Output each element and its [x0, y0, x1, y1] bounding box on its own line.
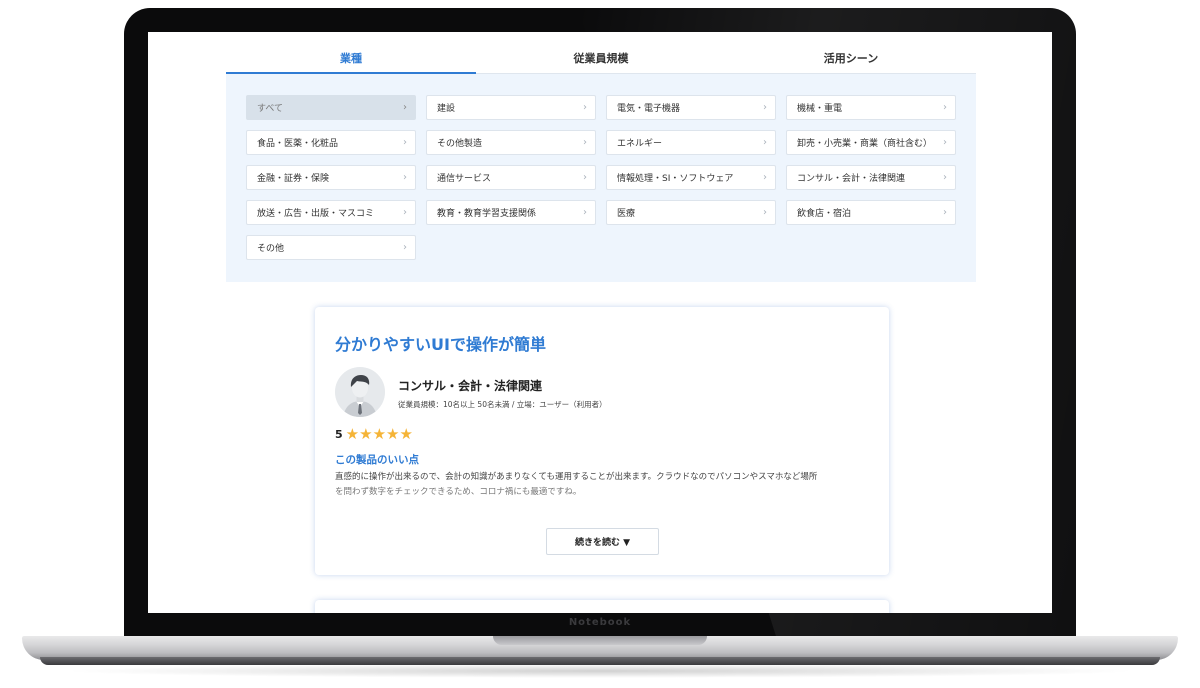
tab-usage-scene[interactable]: 活用シーン — [726, 46, 976, 73]
user-avatar-icon — [335, 367, 385, 417]
reviewer-meta: 従業員規模：10名以上 50名未満 / 立場：ユーザー（利用者） — [398, 400, 607, 409]
screen: 業種 従業員規模 活用シーン すべて › 建設 › 電気・電子機器 › 機械・重電 › … — [148, 32, 1052, 613]
laptop-notch — [493, 636, 707, 645]
chevron-right-icon: › — [583, 172, 587, 183]
review-body-line: 直感的に操作が出来るので、会計の知識があまりなくても運用することが出来ます。クラ… — [335, 472, 818, 482]
chevron-right-icon: › — [403, 172, 407, 183]
category-label: 食品・医薬・化粧品 — [257, 139, 339, 149]
laptop-base-lip — [40, 657, 1160, 665]
category-item-wholesale-retail[interactable]: 卸売・小売業・商業（商社含む） › — [786, 130, 956, 155]
category-label: コンサル・会計・法律関連 — [797, 174, 906, 184]
review-body: 直感的に操作が出来るので、会計の知識があまりなくても運用することが出来ます。クラ… — [335, 470, 875, 500]
chevron-right-icon: › — [943, 137, 947, 148]
chevron-right-icon: › — [403, 242, 407, 253]
chevron-right-icon: › — [943, 102, 947, 113]
chevron-right-icon: › — [763, 137, 767, 148]
review-card-next — [315, 600, 889, 613]
chevron-right-icon: › — [583, 207, 587, 218]
category-item-food-service[interactable]: 飲食店・宿泊 › — [786, 200, 956, 225]
review-body-line: を問わず数字をチェックできるため、コロナ禍にも最適ですね。 — [335, 487, 582, 497]
rating-score: 5 — [335, 428, 343, 441]
category-label: その他 — [257, 244, 285, 254]
star-icon: ★ — [359, 425, 373, 443]
chevron-right-icon: › — [583, 102, 587, 113]
filter-tabs: 業種 従業員規模 活用シーン — [226, 46, 976, 74]
avatar — [335, 367, 385, 417]
category-item-telecom[interactable]: 通信サービス › — [426, 165, 596, 190]
chevron-right-icon: › — [583, 137, 587, 148]
category-item-medical[interactable]: 医療 › — [606, 200, 776, 225]
star-icon: ★ — [386, 425, 400, 443]
laptop-brand-label: Notebook — [568, 617, 632, 628]
category-label: 飲食店・宿泊 — [797, 209, 852, 219]
category-item-education[interactable]: 教育・教育学習支援関係 › — [426, 200, 596, 225]
category-item-finance[interactable]: 金融・証券・保険 › — [246, 165, 416, 190]
chevron-right-icon: › — [943, 172, 947, 183]
chevron-right-icon: › — [403, 102, 407, 113]
reviewer-category: コンサル・会計・法律関連 — [398, 379, 543, 393]
category-label: 卸売・小売業・商業（商社含む） — [797, 139, 933, 149]
good-points-heading: この製品のいい点 — [335, 454, 419, 466]
tab-industry[interactable]: 業種 — [226, 46, 476, 74]
star-icon: ★ — [372, 425, 387, 443]
tab-employee-size[interactable]: 従業員規模 — [476, 46, 726, 73]
read-more-button[interactable]: 続きを読む ▼ — [546, 528, 659, 555]
chevron-right-icon: › — [403, 137, 407, 148]
category-label: 建設 — [437, 104, 456, 114]
category-panel: すべて › 建設 › 電気・電子機器 › 機械・重電 › 食品・医薬・化粧品 › その他製… — [226, 74, 976, 282]
star-icon: ★ — [399, 425, 413, 443]
category-label: 金融・証券・保険 — [257, 174, 330, 184]
chevron-right-icon: › — [763, 172, 767, 183]
category-item-food-pharma[interactable]: 食品・医薬・化粧品 › — [246, 130, 416, 155]
rating: 5 ★ ★ ★ ★ ★ — [335, 427, 413, 442]
category-label: すべて — [257, 104, 284, 114]
category-item-machinery[interactable]: 機械・重電 › — [786, 95, 956, 120]
category-item-other[interactable]: その他 › — [246, 235, 416, 260]
chevron-right-icon: › — [943, 207, 947, 218]
category-item-electronics[interactable]: 電気・電子機器 › — [606, 95, 776, 120]
category-label: 電気・電子機器 — [617, 104, 681, 114]
star-icon: ★ — [345, 425, 360, 443]
review-card: 分かりやすいUIで操作が簡単 コンサル・会計・法律関連 従業員規模：10名以上 … — [315, 307, 889, 575]
category-label: 医療 — [617, 209, 636, 219]
category-item-all[interactable]: すべて › — [246, 95, 416, 120]
category-item-energy[interactable]: エネルギー › — [606, 130, 776, 155]
category-label: 情報処理・SI・ソフトウェア — [617, 174, 734, 184]
category-label: 機械・重電 — [797, 104, 843, 114]
category-label: エネルギー — [617, 139, 663, 149]
category-item-it-software[interactable]: 情報処理・SI・ソフトウェア › — [606, 165, 776, 190]
category-item-media[interactable]: 放送・広告・出版・マスコミ › — [246, 200, 416, 225]
category-label: 放送・広告・出版・マスコミ — [257, 209, 375, 219]
category-item-other-manufacturing[interactable]: その他製造 › — [426, 130, 596, 155]
category-grid: すべて › 建設 › 電気・電子機器 › 機械・重電 › 食品・医薬・化粧品 › その他製… — [246, 95, 956, 260]
laptop-shadow — [60, 664, 1140, 678]
category-label: 教育・教育学習支援関係 — [437, 209, 537, 219]
category-label: 通信サービス — [437, 174, 492, 184]
category-item-construction[interactable]: 建設 › — [426, 95, 596, 120]
chevron-right-icon: › — [763, 207, 767, 218]
chevron-right-icon: › — [763, 102, 767, 113]
review-title: 分かりやすいUIで操作が簡単 — [335, 335, 546, 354]
category-item-consulting[interactable]: コンサル・会計・法律関連 › — [786, 165, 956, 190]
category-label: その他製造 — [437, 139, 483, 149]
chevron-right-icon: › — [403, 207, 407, 218]
